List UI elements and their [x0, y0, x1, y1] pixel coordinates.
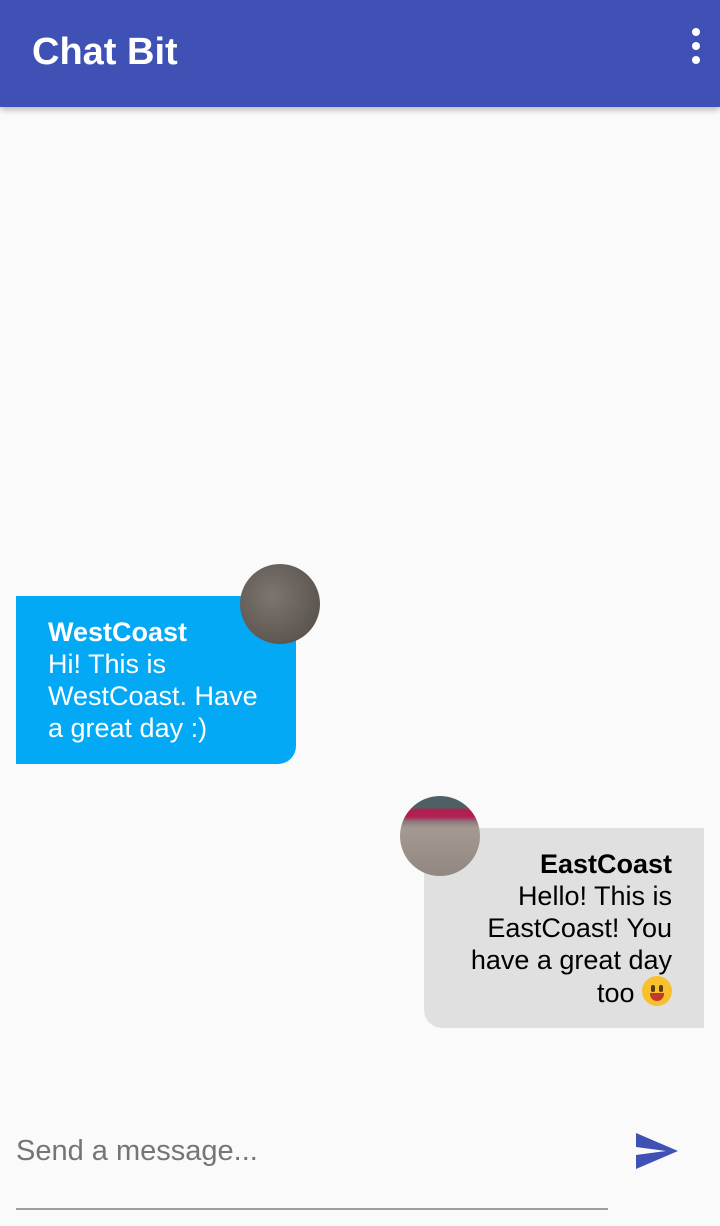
app-bar: Chat Bit: [0, 0, 720, 107]
more-vert-icon[interactable]: [676, 24, 716, 68]
message-composer: [0, 1107, 720, 1226]
send-button[interactable]: [624, 1123, 688, 1179]
message-list[interactable]: WestCoast Hi! This is WestCoast. Have a …: [0, 107, 720, 1107]
message-sender: WestCoast: [48, 617, 188, 647]
input-underline: [16, 1208, 608, 1210]
message-input[interactable]: [16, 1127, 608, 1175]
app-title: Chat Bit: [32, 31, 178, 73]
message-text-wrapper: Hello! This is EastCoast! You have a gre…: [448, 880, 672, 1009]
send-icon: [636, 1133, 678, 1169]
message-text: Hi! This is WestCoast. Have a great day …: [48, 649, 258, 743]
avatar-eastcoast: [400, 796, 480, 876]
avatar-westcoast: [240, 564, 320, 644]
message-sender: EastCoast: [539, 849, 672, 879]
smiling-face-emoji-icon: [642, 976, 672, 1006]
